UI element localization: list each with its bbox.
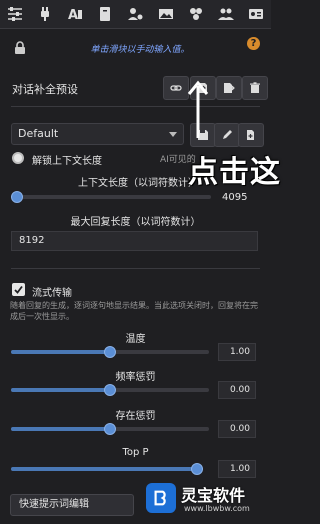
slider-fill [11,388,110,392]
streaming-label: 流式传输 [32,288,72,299]
image-icon[interactable] [157,5,175,23]
link-icon [170,85,182,91]
rename-preset-button[interactable] [214,123,240,147]
streaming-checkbox[interactable] [12,283,25,296]
slider-input-hint: 单击滑块以手动输入值。 [90,45,190,55]
file-export-icon [224,83,235,93]
trash-icon [250,82,260,93]
slider-fill [11,467,203,471]
slider-handle[interactable] [104,423,116,435]
temperature-slider[interactable] [11,346,209,358]
sliders-icon[interactable] [6,5,24,23]
chevron-down-icon [169,132,177,137]
top-navigation-bar: A [0,0,271,29]
slider-handle[interactable] [191,463,203,475]
presence-penalty-slider[interactable] [11,423,209,435]
annotation-text: 点击这 [188,155,281,190]
preset-section-title: 对话补全预设 [12,83,78,96]
help-icon[interactable]: ? [247,37,260,50]
quick-prompt-edit-button[interactable]: 快速提示词编辑 [10,494,134,516]
temperature-value[interactable]: 1.00 [218,343,256,361]
users-icon[interactable] [217,5,235,23]
slider-handle[interactable] [104,384,116,396]
svg-text:A: A [68,8,78,22]
pencil-icon [223,130,232,139]
context-size-value[interactable]: 4095 [222,192,247,203]
annotation-arrow-icon [187,80,209,138]
id-card-icon[interactable] [247,5,265,23]
divider [11,106,260,107]
streaming-description: 随着回复的生成，逐词逐句地显示结果。当此选项关闭时，回复将在完成后一次性显示。 [10,301,258,321]
frequency-penalty-value[interactable]: 0.00 [218,381,256,399]
delete-preset-button[interactable] [242,76,268,100]
top-p-value[interactable]: 1.00 [218,460,256,478]
preset-select[interactable]: Default [11,123,184,145]
file-plus-icon [247,130,254,140]
max-response-input[interactable]: 8192 [11,231,258,251]
max-response-label: 最大回复长度（以词符数计） [70,217,201,228]
watermark-name: 灵宝软件 [181,486,246,505]
top-p-slider[interactable] [11,463,203,475]
slider-fill [11,427,110,431]
extensions-icon[interactable] [187,5,205,23]
context-size-slider[interactable] [11,191,211,203]
new-preset-button[interactable] [238,123,264,147]
book-icon[interactable] [96,5,114,23]
lock-icon[interactable] [13,41,27,55]
unlock-context-label: 解锁上下文长度 [32,156,102,167]
user-settings-icon[interactable] [126,5,144,23]
watermark-url: www.lbwbw.com [184,504,250,513]
slider-fill [11,350,110,354]
export-preset-button[interactable] [216,76,242,100]
slider-handle[interactable] [104,346,116,358]
preset-select-value: Default [18,127,59,140]
font-icon[interactable]: A [66,5,84,23]
frequency-penalty-slider[interactable] [11,384,209,396]
watermark-logo [146,483,176,513]
plug-icon[interactable] [36,5,54,23]
presence-penalty-value[interactable]: 0.00 [218,420,256,438]
divider [11,268,260,269]
unlock-context-toggle[interactable] [12,152,24,164]
top-p-label: Top P [122,447,149,458]
context-size-label: 上下文长度（以词符数计） [78,178,198,189]
slider-handle[interactable] [11,191,23,203]
